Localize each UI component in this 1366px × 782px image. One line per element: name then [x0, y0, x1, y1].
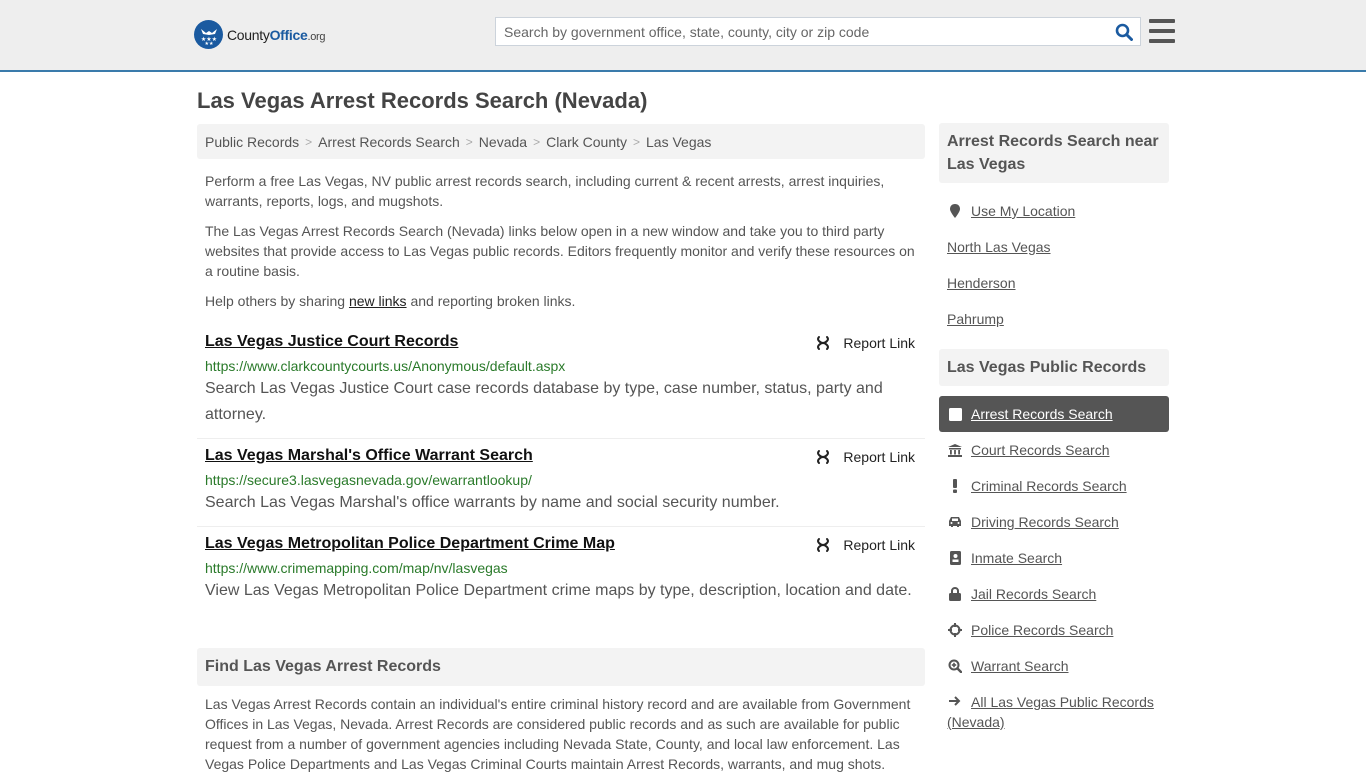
sidebar-item-driving-records[interactable]: Driving Records Search [939, 504, 1169, 540]
intro-paragraph: Perform a free Las Vegas, NV public arre… [205, 173, 885, 209]
square-icon [947, 407, 963, 421]
breadcrumb-las-vegas[interactable]: Las Vegas [646, 134, 711, 150]
intro: Perform a free Las Vegas, NV public arre… [197, 171, 925, 311]
search-plus-icon [947, 659, 963, 673]
arrow-right-icon [947, 695, 963, 707]
intro-paragraph: The Las Vegas Arrest Records Search (Nev… [205, 223, 915, 279]
new-links-link[interactable]: new links [349, 293, 407, 309]
sidebar: Arrest Records Search near Las Vegas Use… [939, 123, 1169, 732]
sidebar-item-arrest-records[interactable]: Arrest Records Search [939, 396, 1169, 432]
find-records-heading: Find Las Vegas Arrest Records [197, 648, 925, 686]
result-url[interactable]: https://www.clarkcountycourts.us/Anonymo… [205, 358, 917, 374]
report-link-button[interactable]: Report Link [815, 449, 915, 465]
sidebar-link[interactable]: Warrant Search [971, 658, 1069, 674]
nearby-link-henderson[interactable]: Henderson [947, 275, 1016, 291]
lock-icon [947, 587, 963, 601]
id-badge-icon [947, 551, 963, 565]
logo-text: CountyOffice.org [227, 26, 326, 43]
breadcrumb-clark-county[interactable]: Clark County [546, 134, 627, 150]
help-paragraph: Help others by sharing new links and rep… [205, 293, 576, 309]
result-url[interactable]: https://secure3.lasvegasnevada.gov/ewarr… [205, 472, 917, 488]
nearby-item[interactable]: Henderson [939, 265, 1169, 301]
sidebar-item-inmate-search[interactable]: Inmate Search [939, 540, 1169, 576]
report-link-button[interactable]: Report Link [815, 537, 915, 553]
result-item: Las Vegas Metropolitan Police Department… [197, 527, 925, 614]
main-content: Public Records > Arrest Records Search >… [197, 124, 925, 782]
breadcrumb-arrest-records[interactable]: Arrest Records Search [318, 134, 460, 150]
menu-bar [1149, 29, 1175, 33]
result-url[interactable]: https://www.crimemapping.com/map/nv/lasv… [205, 560, 917, 576]
broken-link-icon [817, 336, 830, 350]
eagle-logo-icon: ★★★ ★★ [194, 20, 223, 49]
nearby-list: Use My Location North Las Vegas Henderso… [939, 193, 1169, 337]
sidebar-item-police-records[interactable]: Police Records Search [939, 612, 1169, 648]
result-title-link[interactable]: Las Vegas Justice Court Records [205, 333, 458, 351]
broken-link-icon [817, 538, 830, 552]
public-records-section: Las Vegas Public Records Arrest Records … [939, 349, 1169, 732]
breadcrumb-separator: > [465, 134, 473, 149]
result-description: View Las Vegas Metropolitan Police Depar… [205, 582, 912, 599]
search-icon [1115, 23, 1133, 41]
nearby-item[interactable]: North Las Vegas [939, 229, 1169, 265]
courthouse-icon [947, 443, 963, 457]
nearby-link-pahrump[interactable]: Pahrump [947, 311, 1004, 327]
search-bar [495, 17, 1141, 46]
nearby-heading: Arrest Records Search near Las Vegas [939, 123, 1169, 183]
public-records-list: Arrest Records Search Court Records Sear… [939, 396, 1169, 732]
nearby-link-north-las-vegas[interactable]: North Las Vegas [947, 239, 1051, 255]
broken-link-icon [817, 450, 830, 464]
search-button[interactable] [1108, 18, 1140, 45]
result-item: Las Vegas Marshal's Office Warrant Searc… [197, 439, 925, 527]
results-list: Las Vegas Justice Court Records Report L… [197, 325, 925, 614]
sidebar-item-warrant-search[interactable]: Warrant Search [939, 648, 1169, 684]
use-my-location-item[interactable]: Use My Location [939, 193, 1169, 229]
result-description: Search Las Vegas Justice Court case reco… [205, 380, 883, 423]
breadcrumb-separator: > [533, 134, 541, 149]
hamburger-menu-button[interactable] [1149, 19, 1175, 43]
public-records-heading: Las Vegas Public Records [939, 349, 1169, 386]
sidebar-link[interactable]: All Las Vegas Public Records (Nevada) [947, 694, 1154, 730]
breadcrumb-nevada[interactable]: Nevada [479, 134, 527, 150]
sidebar-link[interactable]: Court Records Search [971, 442, 1110, 458]
search-input[interactable] [496, 18, 1108, 45]
sidebar-link[interactable]: Arrest Records Search [971, 406, 1113, 422]
sidebar-item-all-public-records[interactable]: All Las Vegas Public Records (Nevada) [939, 684, 1169, 732]
exclamation-icon [947, 479, 963, 493]
result-item: Las Vegas Justice Court Records Report L… [197, 325, 925, 439]
logo[interactable]: ★★★ ★★ CountyOffice.org [194, 20, 326, 49]
breadcrumb-separator: > [633, 134, 641, 149]
sidebar-link[interactable]: Inmate Search [971, 550, 1062, 566]
breadcrumb-separator: > [305, 134, 313, 149]
result-description: Search Las Vegas Marshal's office warran… [205, 494, 780, 511]
sidebar-item-jail-records[interactable]: Jail Records Search [939, 576, 1169, 612]
report-link-button[interactable]: Report Link [815, 335, 915, 351]
car-icon [947, 516, 963, 528]
site-header: ★★★ ★★ CountyOffice.org [0, 0, 1366, 72]
menu-bar [1149, 19, 1175, 23]
sidebar-link[interactable]: Criminal Records Search [971, 478, 1127, 494]
map-marker-icon [947, 204, 963, 218]
svg-text:★★: ★★ [204, 41, 213, 46]
crosshairs-icon [947, 623, 963, 637]
sidebar-link[interactable]: Police Records Search [971, 622, 1113, 638]
result-title-link[interactable]: Las Vegas Marshal's Office Warrant Searc… [205, 447, 533, 465]
use-my-location-link[interactable]: Use My Location [971, 203, 1075, 219]
sidebar-link[interactable]: Jail Records Search [971, 586, 1096, 602]
breadcrumb-public-records[interactable]: Public Records [205, 134, 299, 150]
breadcrumb: Public Records > Arrest Records Search >… [197, 124, 925, 159]
sidebar-item-criminal-records[interactable]: Criminal Records Search [939, 468, 1169, 504]
sidebar-item-court-records[interactable]: Court Records Search [939, 432, 1169, 468]
sidebar-link[interactable]: Driving Records Search [971, 514, 1119, 530]
menu-bar [1149, 39, 1175, 43]
nearby-item[interactable]: Pahrump [939, 301, 1169, 337]
result-title-link[interactable]: Las Vegas Metropolitan Police Department… [205, 535, 615, 553]
page-title: Las Vegas Arrest Records Search (Nevada) [197, 88, 648, 113]
